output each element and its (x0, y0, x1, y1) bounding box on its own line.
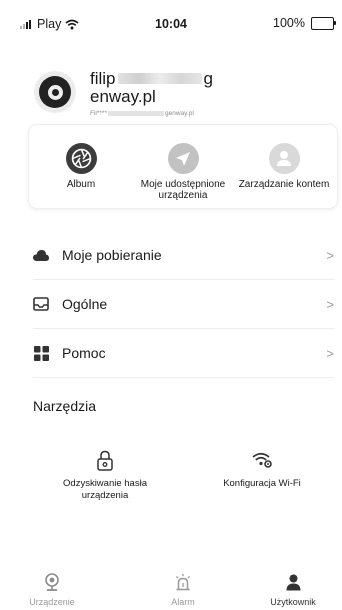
send-icon (167, 143, 199, 174)
shared-devices-label: Moje udostępnione urządzenia (140, 179, 226, 201)
album-label: Album (66, 179, 96, 190)
inbox-icon (33, 296, 49, 312)
redacted-block (107, 110, 164, 116)
device-password-recovery-button[interactable]: Odzyskiwanie hasła urządzenia (45, 448, 165, 502)
camera-icon (2, 572, 102, 592)
avatar[interactable] (34, 71, 76, 113)
tab-devices[interactable]: Urządzenie (2, 572, 102, 607)
status-bar: Play 10:04 100% (0, 0, 342, 40)
menu-item-label: Pomoc (62, 345, 106, 361)
profile-name-start: filip (90, 69, 116, 88)
profile-name: filip g (90, 70, 213, 88)
camera-lens-icon (39, 76, 71, 108)
tab-alarm[interactable]: Alarm (133, 572, 233, 607)
redacted-block (117, 72, 202, 84)
battery-icon (311, 16, 336, 30)
tools-grid: Odzyskiwanie hasła urządzenia Konfigurac… (33, 448, 333, 508)
menu-item-downloads[interactable]: Moje pobieranie > (33, 231, 334, 280)
aperture-icon (65, 143, 97, 174)
tab-label: Użytkownik (270, 597, 316, 607)
cloud-icon (33, 247, 49, 263)
shared-devices-button[interactable]: Moje udostępnione urządzenia (131, 143, 235, 201)
account-management-button[interactable]: Zarządzanie kontem (232, 143, 336, 190)
grid-icon (33, 345, 49, 361)
settings-menu: Moje pobieranie > Ogólne > Pomoc > (33, 231, 334, 378)
tools-section-title: Narzędzia (33, 398, 97, 414)
lock-icon (45, 448, 165, 472)
profile-email-start: Fil**** (90, 110, 107, 117)
bottom-tab-bar: Urządzenie Alarm Użytkownik (0, 572, 342, 610)
profile-email: Fil**** genway.pl (90, 110, 194, 117)
profile-email-end: genway.pl (164, 110, 194, 117)
tab-label: Urządzenie (29, 597, 75, 607)
menu-item-general[interactable]: Ogólne > (33, 280, 334, 329)
album-button[interactable]: Album (29, 143, 133, 190)
user-icon (243, 572, 342, 592)
profile-name-end: g (203, 69, 213, 88)
wifi-settings-icon (202, 448, 322, 472)
menu-item-label: Moje pobieranie (62, 247, 162, 263)
chevron-right-icon: > (326, 248, 334, 263)
menu-item-help[interactable]: Pomoc > (33, 329, 334, 378)
chevron-right-icon: > (326, 346, 334, 361)
tool-label: Odzyskiwanie hasła urządzenia (63, 478, 147, 501)
profile-header[interactable]: filip g enway.pl Fil**** genway.pl (34, 68, 334, 120)
wifi-configuration-button[interactable]: Konfiguracja Wi-Fi (202, 448, 322, 490)
tool-label: Konfiguracja Wi-Fi (223, 478, 301, 489)
battery-percent: 100% (273, 16, 305, 30)
account-management-label: Zarządzanie kontem (238, 179, 330, 190)
alarm-icon (133, 572, 233, 592)
tab-label: Alarm (171, 597, 195, 607)
profile-domain: enway.pl (90, 87, 156, 106)
status-right: 100% (273, 16, 336, 30)
tab-user[interactable]: Użytkownik (243, 572, 342, 607)
menu-item-label: Ogólne (62, 296, 108, 312)
chevron-right-icon: > (326, 297, 334, 312)
quick-actions-card: Album Moje udostępnione urządzenia Zarzą… (28, 124, 338, 209)
user-icon (268, 143, 300, 174)
